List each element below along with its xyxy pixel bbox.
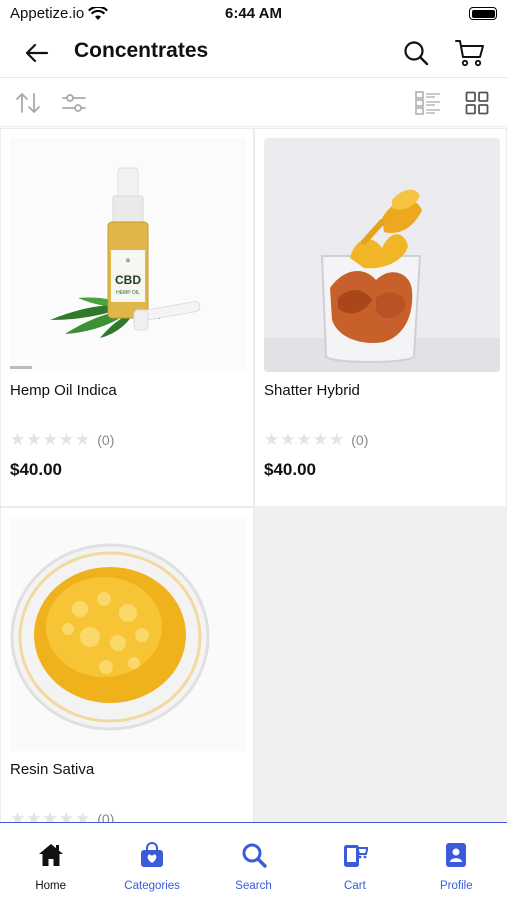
nav-item-search[interactable]: Search	[203, 823, 304, 900]
filter-sliders-icon	[62, 94, 86, 112]
product-image	[264, 138, 500, 372]
star-empty-icon: ★	[42, 430, 58, 449]
header-search-button[interactable]	[401, 38, 431, 68]
rating-stars: ★ ★ ★ ★ ★ (0)	[10, 431, 114, 448]
rating-count: (0)	[97, 431, 115, 448]
star-empty-icon: ★	[26, 430, 42, 449]
search-icon	[404, 41, 429, 66]
bottom-navigation: Home Categories Search Cart Profile	[0, 822, 507, 900]
nav-item-cart[interactable]: Cart	[304, 823, 405, 900]
product-name: Shatter Hybrid	[264, 382, 360, 399]
nav-label-profile: Profile	[440, 880, 473, 892]
cart-icon	[455, 40, 484, 67]
status-time: 6:44 AM	[225, 5, 282, 22]
header-cart-button[interactable]	[454, 37, 486, 69]
filter-button[interactable]	[60, 89, 88, 117]
sort-arrows-icon	[16, 93, 40, 113]
star-empty-icon: ★	[329, 430, 345, 449]
grid-view-button[interactable]	[463, 89, 491, 117]
star-empty-icon: ★	[280, 430, 296, 449]
star-empty-icon: ★	[58, 430, 74, 449]
bottle-sublabel: HEMP OIL	[116, 290, 140, 296]
product-price: $40.00	[10, 460, 62, 479]
nav-item-profile[interactable]: Profile	[406, 823, 507, 900]
product-card[interactable]: ✿ CBD HEMP OIL Hemp Oil Indica ★ ★ ★ ★ ★…	[0, 128, 254, 507]
profile-icon	[442, 841, 470, 869]
home-icon	[37, 841, 65, 869]
rating-count: (0)	[351, 431, 369, 448]
nav-label-search: Search	[235, 880, 272, 892]
nav-label-home: Home	[35, 880, 67, 892]
grid-view-icon	[465, 91, 489, 115]
cbd-bottle-image: ✿ CBD HEMP OIL	[10, 167, 201, 369]
product-name: Hemp Oil Indica	[10, 382, 117, 399]
list-view-button[interactable]	[414, 89, 442, 117]
rating-count: (0)	[97, 810, 115, 823]
star-empty-icon: ★	[75, 430, 91, 449]
product-price: $40.00	[264, 460, 316, 479]
list-view-icon	[415, 91, 440, 115]
svg-text:✿: ✿	[126, 258, 130, 264]
product-grid: ✿ CBD HEMP OIL Hemp Oil Indica ★ ★ ★ ★ ★…	[0, 128, 507, 822]
star-empty-icon: ★	[26, 809, 42, 822]
nav-item-categories[interactable]: Categories	[101, 823, 202, 900]
nav-label-cart: Cart	[344, 880, 366, 892]
star-empty-icon: ★	[58, 809, 74, 822]
battery-icon	[469, 7, 497, 20]
nav-label-categories: Categories	[124, 880, 180, 892]
star-empty-icon: ★	[10, 809, 26, 822]
star-empty-icon: ★	[296, 430, 312, 449]
rating-stars: ★ ★ ★ ★ ★ (0)	[10, 810, 114, 822]
resin-dish-image	[10, 543, 210, 731]
star-empty-icon: ★	[264, 430, 280, 449]
arrow-left-icon	[25, 43, 49, 63]
back-button[interactable]	[22, 38, 52, 68]
shatter-glass-image	[264, 138, 500, 372]
app-header: Concentrates	[0, 28, 507, 78]
star-empty-icon: ★	[42, 809, 58, 822]
search-icon	[240, 841, 268, 869]
star-empty-icon: ★	[75, 809, 91, 822]
bottle-label: CBD	[115, 273, 141, 287]
page-title: Concentrates	[74, 39, 209, 62]
product-image	[10, 517, 246, 751]
cart-phone-icon	[341, 841, 369, 869]
product-name: Resin Sativa	[10, 761, 95, 778]
nav-item-home[interactable]: Home	[0, 823, 101, 900]
star-empty-icon: ★	[312, 430, 328, 449]
product-card[interactable]: Shatter Hybrid ★ ★ ★ ★ ★ (0) $40.00	[254, 128, 507, 507]
rating-stars: ★ ★ ★ ★ ★ (0)	[264, 431, 368, 448]
star-empty-icon: ★	[10, 430, 26, 449]
categories-bag-icon	[138, 841, 166, 869]
status-bar: Appetize.io 6:44 AM	[0, 0, 507, 28]
list-toolbar	[0, 79, 507, 127]
product-image: ✿ CBD HEMP OIL	[10, 138, 246, 372]
sort-button[interactable]	[14, 89, 42, 117]
product-card[interactable]: Resin Sativa ★ ★ ★ ★ ★ (0)	[0, 507, 254, 822]
